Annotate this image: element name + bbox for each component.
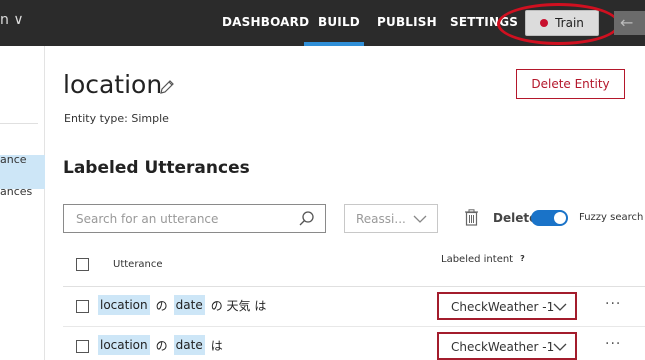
- row-checkbox[interactable]: [76, 340, 89, 353]
- delete-entity-button[interactable]: Delete Entity: [516, 69, 625, 99]
- entity-token[interactable]: location: [98, 295, 150, 315]
- intent-label: CheckWeather -1: [451, 340, 555, 354]
- utterance-token: は: [210, 338, 223, 353]
- header-divider: [63, 286, 645, 287]
- more-options-icon[interactable]: ···: [605, 336, 621, 352]
- fuzzy-search-label: Fuzzy search: [579, 212, 644, 223]
- utterance-token: の 天気 は: [210, 298, 267, 313]
- edit-pencil-icon[interactable]: [158, 78, 176, 96]
- utterance-text: location の date は: [98, 335, 223, 355]
- labeled-intent-dropdown[interactable]: CheckWeather -1: [437, 332, 577, 360]
- entity-type-label: Entity type: Simple: [64, 112, 169, 125]
- row-divider: [63, 326, 645, 327]
- column-header-labeled-intent: Labeled intent: [441, 254, 514, 265]
- search-input[interactable]: Search for an utterance: [63, 204, 326, 233]
- active-tab-indicator: [304, 42, 364, 46]
- search-icon[interactable]: [298, 210, 316, 228]
- sidebar-divider: [0, 123, 38, 124]
- utterance-token: の: [155, 298, 168, 313]
- page-title: location: [63, 70, 163, 99]
- toggle-knob: [554, 212, 566, 224]
- intent-label: CheckWeather -1: [451, 300, 555, 314]
- table-row: location の date は CheckWeather -1 ···: [0, 332, 645, 360]
- search-placeholder: Search for an utterance: [76, 212, 219, 226]
- fuzzy-search-toggle[interactable]: [531, 210, 568, 226]
- utterance-text: location の date の 天気 は: [98, 295, 266, 315]
- reassign-intent-dropdown[interactable]: Reassi...: [344, 204, 438, 233]
- utterance-token: の: [155, 338, 168, 353]
- account-menu-chevron[interactable]: n ∨: [0, 12, 24, 28]
- row-checkbox[interactable]: [76, 300, 89, 313]
- column-header-utterance: Utterance: [113, 259, 163, 270]
- chevron-down-icon: [413, 215, 427, 223]
- reassign-label: Reassi...: [356, 212, 406, 226]
- sidebar-item-utterance[interactable]: ance: [0, 153, 27, 166]
- chevron-down-icon: [553, 303, 567, 311]
- entity-token[interactable]: date: [173, 335, 205, 355]
- chevron-down-icon: [553, 343, 567, 351]
- top-navigation-bar: n ∨ DASHBOARD BUILD PUBLISH SETTINGS Tra…: [0, 0, 645, 46]
- help-icon[interactable]: ?: [517, 253, 528, 264]
- labeled-intent-dropdown[interactable]: CheckWeather -1: [437, 292, 577, 320]
- select-all-checkbox[interactable]: [76, 258, 89, 271]
- section-title: Labeled Utterances: [63, 158, 250, 178]
- trash-icon[interactable]: [464, 209, 479, 226]
- train-highlight-annotation: [497, 3, 620, 45]
- nav-dashboard[interactable]: DASHBOARD: [222, 15, 309, 29]
- entity-token[interactable]: date: [173, 295, 205, 315]
- back-arrow-icon[interactable]: ←: [614, 11, 645, 35]
- more-options-icon[interactable]: ···: [605, 296, 621, 312]
- nav-build[interactable]: BUILD: [318, 15, 360, 29]
- nav-publish[interactable]: PUBLISH: [377, 15, 437, 29]
- entity-token[interactable]: location: [98, 335, 150, 355]
- table-row: location の date の 天気 は CheckWeather -1 ·…: [0, 292, 645, 322]
- sidebar-item-utterances[interactable]: ances: [0, 185, 32, 198]
